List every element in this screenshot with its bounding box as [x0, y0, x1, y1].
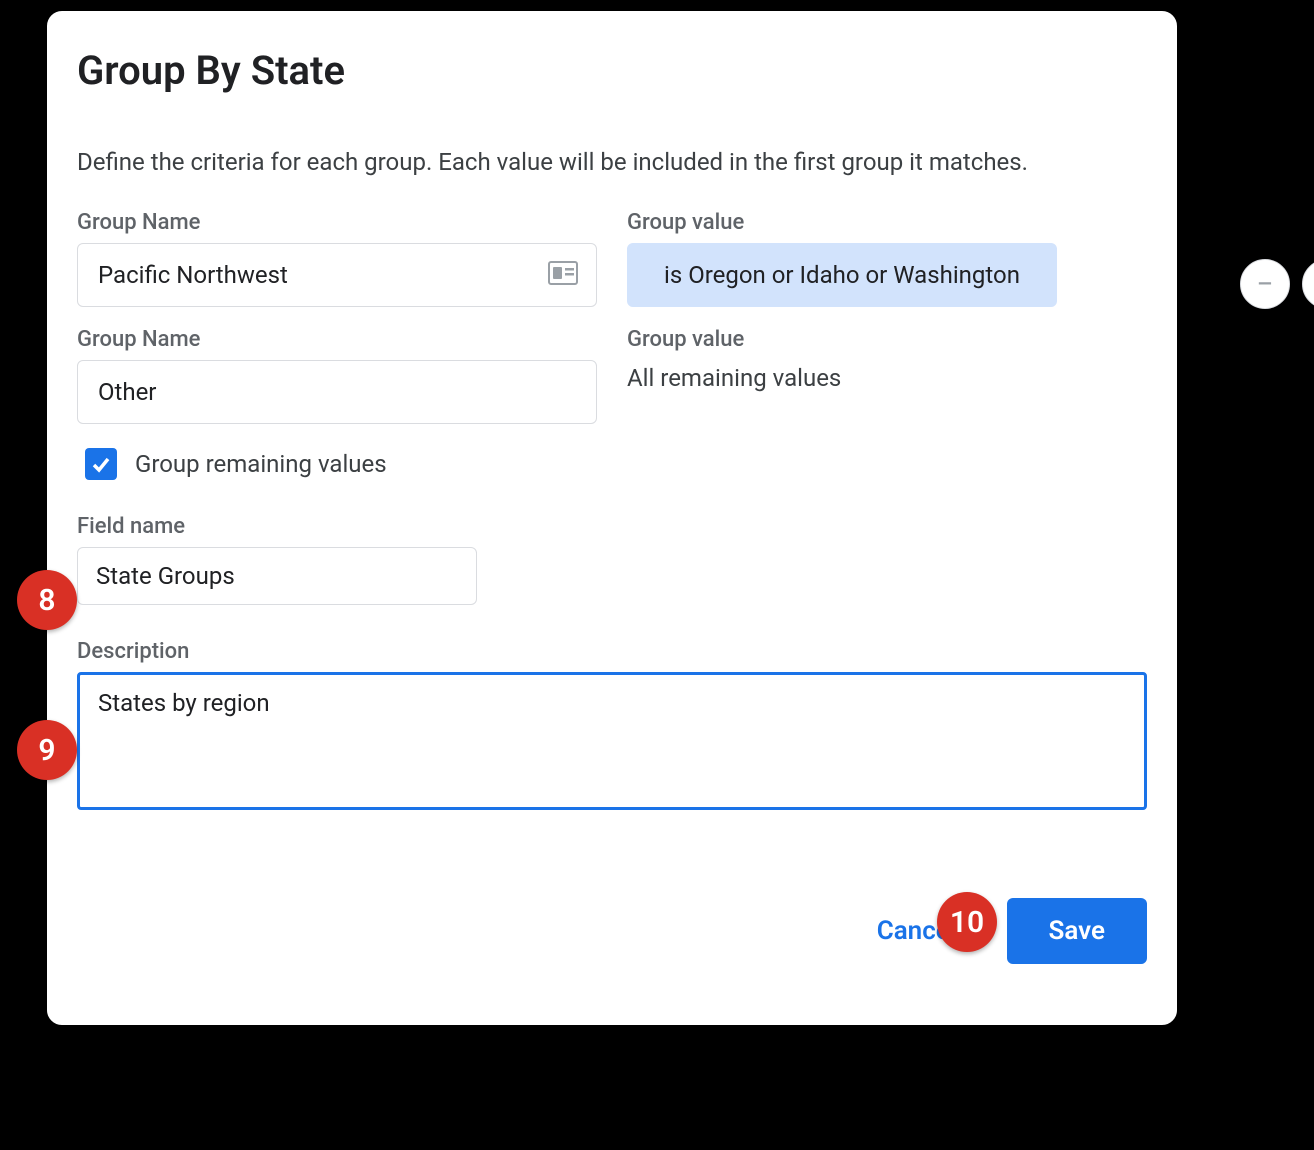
group-name-input[interactable]: [96, 377, 578, 407]
group-name-input-wrap[interactable]: [77, 243, 597, 307]
minus-icon: −: [1256, 267, 1273, 302]
group-remaining-row: Group remaining values: [85, 448, 1147, 480]
group-remaining-checkbox[interactable]: [85, 448, 117, 480]
field-name-input[interactable]: [77, 547, 477, 605]
add-group-button[interactable]: +: [1302, 259, 1314, 309]
annotation-badge: 10: [937, 892, 997, 952]
group-name-label: Group Name: [77, 210, 597, 235]
group-value-static: All remaining values: [627, 360, 1057, 392]
group-value-pill[interactable]: is Oregon or Idaho or Washington: [627, 243, 1057, 307]
group-by-dialog: Group By State Define the criteria for e…: [42, 6, 1182, 1030]
annotation-badge: 8: [17, 570, 77, 630]
save-button[interactable]: Save: [1007, 898, 1148, 964]
dialog-title: Group By State: [77, 47, 1147, 94]
group-name-label: Group Name: [77, 327, 597, 352]
id-card-icon: [548, 261, 578, 289]
group-value-label: Group value: [627, 210, 1057, 235]
group-row: Group Name Group value All remaining val…: [77, 327, 1147, 424]
group-name-input[interactable]: [96, 260, 540, 290]
group-value-label: Group value: [627, 327, 1057, 352]
remove-group-button[interactable]: −: [1240, 259, 1290, 309]
check-icon: [90, 453, 112, 475]
annotation-badge: 9: [17, 720, 77, 780]
dialog-subtitle: Define the criteria for each group. Each…: [77, 148, 1147, 176]
field-name-label: Field name: [77, 514, 1147, 539]
group-row: Group Name Group value is Oregon or Idah…: [77, 210, 1147, 307]
group-remaining-label: Group remaining values: [135, 450, 387, 478]
description-textarea[interactable]: [77, 672, 1147, 810]
group-name-input-wrap[interactable]: [77, 360, 597, 424]
description-label: Description: [77, 639, 1147, 664]
